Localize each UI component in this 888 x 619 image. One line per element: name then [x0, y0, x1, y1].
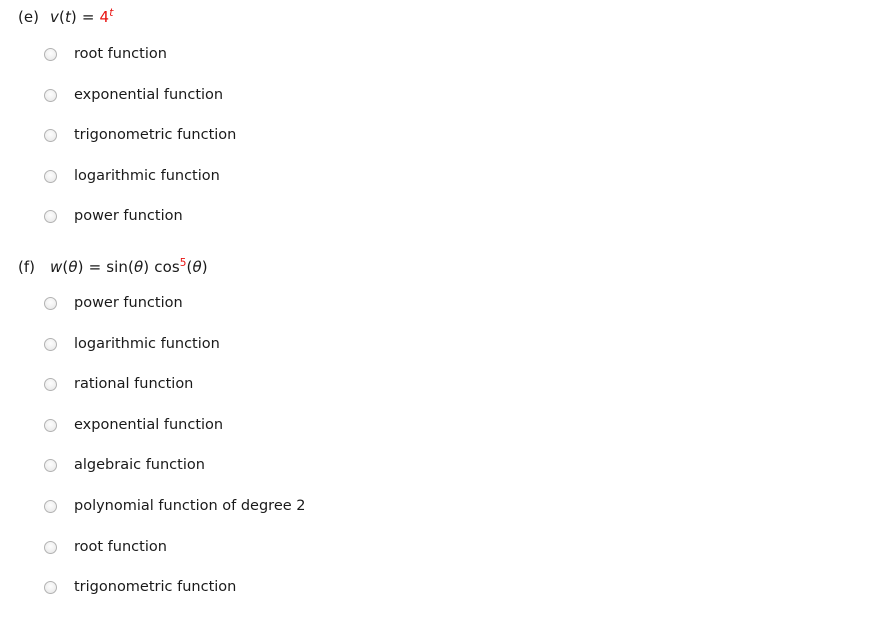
option-row[interactable]: root function	[0, 45, 888, 86]
option-row[interactable]: exponential function	[0, 416, 888, 457]
radio-icon[interactable]	[44, 210, 57, 224]
option-list-f: power function logarithmic function rati…	[0, 294, 888, 619]
radio-icon[interactable]	[44, 499, 57, 513]
option-row[interactable]: logarithmic function	[0, 335, 888, 376]
quiz-container: (e) v(t) = 4t root function exponential fu…	[0, 0, 888, 603]
option-list-e: root function exponential function trigo…	[0, 45, 888, 248]
option-row[interactable]: logarithmic function	[0, 167, 888, 208]
formula-f-fn2-arg: θ	[192, 258, 202, 276]
option-label: power function	[74, 295, 183, 311]
option-label: trigonometric function	[74, 579, 237, 596]
radio-icon[interactable]	[44, 88, 57, 102]
option-row[interactable]: polynomial function of degree 2	[0, 497, 888, 538]
option-row[interactable]: rational function	[0, 375, 888, 416]
option-label: exponential function	[74, 86, 224, 103]
radio-icon[interactable]	[44, 48, 57, 61]
option-row[interactable]: algebraic function	[0, 456, 888, 497]
formula-e-lhs-close: )	[70, 8, 77, 26]
radio-icon[interactable]	[44, 129, 57, 143]
option-label: logarithmic function	[74, 335, 220, 352]
option-row[interactable]: root function	[0, 538, 888, 579]
option-row[interactable]: trigonometric function	[0, 126, 888, 167]
formula-f-fn2: cos	[154, 258, 180, 276]
option-label: algebraic function	[74, 457, 205, 474]
option-label: exponential function	[74, 416, 224, 433]
radio-icon[interactable]	[44, 540, 57, 554]
formula-f-lhs-close: )	[77, 258, 84, 276]
formula-f-fn1-arg: θ	[133, 258, 144, 276]
option-row[interactable]: power function	[0, 294, 888, 335]
option-row[interactable]: power function	[0, 207, 888, 248]
question-block-f: (f) w(θ) = sin(θ) cos5(θ) power function lo…	[0, 258, 888, 619]
option-label: rational function	[74, 376, 194, 393]
question-block-e: (e) v(t) = 4t root function exponential fu…	[0, 8, 888, 248]
radio-icon[interactable]	[44, 459, 57, 473]
radio-icon[interactable]	[44, 337, 57, 351]
formula-f-equals: =	[88, 258, 102, 276]
formula-f: w(θ) = sin(θ) cos5(θ)	[50, 258, 208, 276]
radio-icon[interactable]	[44, 378, 57, 392]
option-row[interactable]: exponential function	[0, 86, 888, 127]
option-label: root function	[74, 46, 167, 62]
option-label: trigonometric function	[74, 127, 237, 144]
option-label: polynomial function of degree 2	[74, 497, 306, 514]
formula-f-fn1: sin	[106, 258, 129, 276]
formula-f-lhs-var: w	[50, 258, 63, 276]
option-label: power function	[74, 208, 183, 225]
radio-icon[interactable]	[44, 297, 57, 310]
option-label: logarithmic function	[74, 167, 220, 184]
formula-e-equals: =	[81, 8, 95, 26]
formula-f-fn2-exponent: 5	[179, 257, 187, 269]
formula-e: v(t) = 4t	[50, 8, 113, 26]
question-prompt-e: (e) v(t) = 4t	[0, 8, 888, 32]
formula-e-lhs-var: v	[50, 8, 59, 26]
option-row[interactable]: trigonometric function	[0, 578, 888, 619]
radio-icon[interactable]	[44, 581, 57, 595]
option-label: root function	[74, 538, 167, 555]
part-label-e: (e)	[18, 8, 39, 26]
formula-f-lhs-arg: θ	[68, 258, 78, 276]
formula-f-fn2-close: )	[201, 258, 208, 276]
formula-f-fn1-close: )	[143, 258, 150, 276]
question-prompt-f: (f) w(θ) = sin(θ) cos5(θ)	[0, 258, 888, 282]
radio-icon[interactable]	[44, 169, 57, 183]
radio-icon[interactable]	[44, 418, 57, 432]
part-label-f: (f)	[18, 258, 35, 276]
formula-e-exponent: t	[109, 7, 114, 19]
formula-e-base: 4	[99, 8, 110, 26]
